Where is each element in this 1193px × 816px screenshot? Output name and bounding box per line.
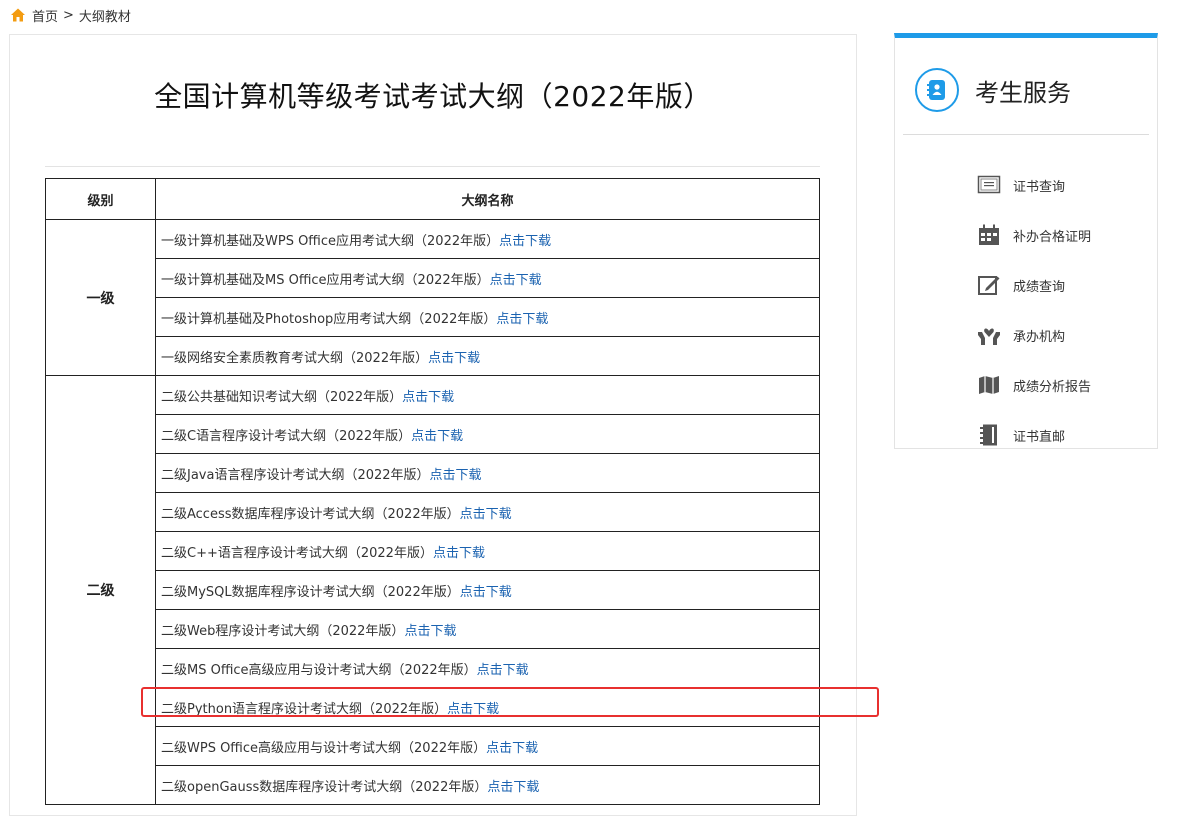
download-link[interactable]: 点击下载: [404, 624, 456, 639]
syllabus-title: 二级Web程序设计考试大纲（2022年版）: [161, 623, 405, 639]
syllabus-title: 一级计算机基础及Photoshop应用考试大纲（2022年版）: [161, 311, 497, 327]
syllabus-cell: 一级网络安全素质教育考试大纲（2022年版）点击下载: [155, 336, 820, 376]
syllabus-title: 一级计算机基础及WPS Office应用考试大纲（2022年版）: [161, 233, 500, 249]
syllabus-cell: 二级Python语言程序设计考试大纲（2022年版）点击下载: [155, 687, 820, 727]
download-link[interactable]: 点击下载: [486, 741, 538, 756]
syllabus-cell: 二级C++语言程序设计考试大纲（2022年版）点击下载: [155, 531, 820, 571]
download-link-python[interactable]: 点击下载: [447, 702, 499, 717]
syllabus-cell: 二级Access数据库程序设计考试大纲（2022年版）点击下载: [155, 492, 820, 532]
breadcrumb-current-link[interactable]: 大纲教材: [79, 6, 131, 25]
table-row: 二级WPS Office高级应用与设计考试大纲（2022年版）点击下载: [46, 726, 820, 766]
services-divider: [903, 134, 1149, 135]
level-cell-1: 一级: [45, 219, 156, 376]
service-item-score-query[interactable]: 成绩查询: [977, 260, 1091, 310]
service-item-label: 成绩分析报告: [1013, 379, 1092, 395]
contact-book-icon: [927, 80, 945, 100]
syllabus-title: 二级MS Office高级应用与设计考试大纲（2022年版）: [161, 662, 477, 678]
table-row: 一级网络安全素质教育考试大纲（2022年版）点击下载: [46, 336, 820, 376]
table-header-row: 级别 大纲名称: [45, 178, 820, 220]
download-link[interactable]: 点击下载: [496, 312, 548, 327]
syllabus-cell: 二级Java语言程序设计考试大纲（2022年版）点击下载: [155, 453, 820, 493]
syllabus-title: 一级网络安全素质教育考试大纲（2022年版）: [161, 350, 429, 366]
certificate-icon: [977, 173, 1001, 197]
main-content-panel: 全国计算机等级考试考试大纲（2022年版） 级别 大纲名称 一级 一级计算机基础…: [9, 34, 857, 816]
student-services-panel: 考生服务 证书查询 补办合格证明 成绩查询 承办机构 成绩分析报告 证书直邮: [894, 33, 1158, 449]
notebook-icon: [977, 423, 1001, 447]
services-header: 考生服务: [915, 64, 1071, 116]
syllabus-cell: 二级MySQL数据库程序设计考试大纲（2022年版）点击下载: [155, 570, 820, 610]
download-link[interactable]: 点击下载: [430, 468, 482, 483]
services-title: 考生服务: [975, 78, 1071, 107]
title-divider: [45, 166, 820, 167]
breadcrumb: 首页 > 大纲教材: [10, 6, 131, 25]
syllabus-cell: 二级openGauss数据库程序设计考试大纲（2022年版）点击下载: [155, 765, 820, 805]
page-title: 全国计算机等级考试考试大纲（2022年版）: [154, 80, 712, 113]
column-header-level: 级别: [45, 178, 156, 220]
download-link[interactable]: 点击下载: [411, 429, 463, 444]
breadcrumb-separator: >: [63, 7, 74, 23]
syllabus-cell: 一级计算机基础及WPS Office应用考试大纲（2022年版）点击下载: [155, 219, 820, 259]
syllabus-table: 级别 大纲名称 一级 一级计算机基础及WPS Office应用考试大纲（2022…: [45, 178, 820, 805]
syllabus-title: 二级openGauss数据库程序设计考试大纲（2022年版）: [161, 779, 488, 795]
service-item-label: 成绩查询: [1013, 279, 1066, 295]
calendar-icon: [977, 223, 1001, 247]
breadcrumb-home-link[interactable]: 首页: [32, 6, 58, 25]
syllabus-cell: 二级公共基础知识考试大纲（2022年版）点击下载: [155, 375, 820, 415]
table-row: 二级MySQL数据库程序设计考试大纲（2022年版）点击下载: [46, 570, 820, 610]
download-link[interactable]: 点击下载: [433, 546, 485, 561]
download-link[interactable]: 点击下载: [460, 585, 512, 600]
syllabus-title: 二级C++语言程序设计考试大纲（2022年版）: [161, 545, 433, 561]
service-item-label: 证书查询: [1013, 179, 1066, 195]
download-link[interactable]: 点击下载: [490, 273, 542, 288]
service-item-label: 证书直邮: [1013, 429, 1066, 445]
map-icon: [977, 373, 1001, 397]
download-link[interactable]: 点击下载: [402, 390, 454, 405]
syllabus-cell: 二级Web程序设计考试大纲（2022年版）点击下载: [155, 609, 820, 649]
syllabus-title: 二级Access数据库程序设计考试大纲（2022年版）: [161, 506, 460, 522]
syllabus-cell: 二级C语言程序设计考试大纲（2022年版）点击下载: [155, 414, 820, 454]
table-row: 二级Java语言程序设计考试大纲（2022年版）点击下载: [46, 453, 820, 493]
services-list: 证书查询 补办合格证明 成绩查询 承办机构 成绩分析报告 证书直邮: [977, 160, 1091, 460]
home-icon[interactable]: [10, 7, 26, 23]
services-badge-icon: [915, 68, 959, 112]
column-header-name: 大纲名称: [155, 178, 820, 220]
syllabus-cell: 一级计算机基础及Photoshop应用考试大纲（2022年版）点击下载: [155, 297, 820, 337]
service-item-reissue-certificate[interactable]: 补办合格证明: [977, 210, 1091, 260]
syllabus-title: 二级C语言程序设计考试大纲（2022年版）: [161, 428, 412, 444]
syllabus-title: 二级MySQL数据库程序设计考试大纲（2022年版）: [161, 584, 460, 600]
syllabus-title: 一级计算机基础及MS Office应用考试大纲（2022年版）: [161, 272, 490, 288]
service-item-organizers[interactable]: 承办机构: [977, 310, 1091, 360]
table-row: 一级计算机基础及MS Office应用考试大纲（2022年版）点击下载: [46, 258, 820, 298]
download-link[interactable]: 点击下载: [460, 507, 512, 522]
syllabus-title: 二级Python语言程序设计考试大纲（2022年版）: [161, 701, 448, 717]
service-item-score-report[interactable]: 成绩分析报告: [977, 360, 1091, 410]
table-row: 二级C语言程序设计考试大纲（2022年版）点击下载: [46, 414, 820, 454]
syllabus-title: 二级公共基础知识考试大纲（2022年版）: [161, 389, 403, 405]
table-row-python: 二级Python语言程序设计考试大纲（2022年版）点击下载: [46, 687, 820, 727]
service-item-certificate-query[interactable]: 证书查询: [977, 160, 1091, 210]
syllabus-title: 二级WPS Office高级应用与设计考试大纲（2022年版）: [161, 740, 487, 756]
table-row: 二级Web程序设计考试大纲（2022年版）点击下载: [46, 609, 820, 649]
table-row: 二级 二级公共基础知识考试大纲（2022年版）点击下载: [45, 375, 820, 805]
edit-icon: [977, 273, 1001, 297]
download-link[interactable]: 点击下载: [499, 234, 551, 249]
download-link[interactable]: 点击下载: [487, 780, 539, 795]
table-row: 一级计算机基础及Photoshop应用考试大纲（2022年版）点击下载: [46, 297, 820, 337]
table-row: 二级Access数据库程序设计考试大纲（2022年版）点击下载: [46, 492, 820, 532]
syllabus-cell: 二级MS Office高级应用与设计考试大纲（2022年版）点击下载: [155, 648, 820, 688]
syllabus-title: 二级Java语言程序设计考试大纲（2022年版）: [161, 467, 430, 483]
service-item-label: 承办机构: [1013, 329, 1066, 345]
table-row: 二级MS Office高级应用与设计考试大纲（2022年版）点击下载: [46, 648, 820, 688]
hands-icon: [977, 323, 1001, 347]
level-cell-2: 二级: [45, 375, 156, 805]
service-item-label: 补办合格证明: [1013, 229, 1092, 245]
table-row: 二级C++语言程序设计考试大纲（2022年版）点击下载: [46, 531, 820, 571]
syllabus-cell: 二级WPS Office高级应用与设计考试大纲（2022年版）点击下载: [155, 726, 820, 766]
syllabus-cell: 一级计算机基础及MS Office应用考试大纲（2022年版）点击下载: [155, 258, 820, 298]
download-link[interactable]: 点击下载: [477, 663, 529, 678]
service-item-certificate-mail[interactable]: 证书直邮: [977, 410, 1091, 460]
table-row: 二级openGauss数据库程序设计考试大纲（2022年版）点击下载: [46, 765, 820, 805]
table-row: 一级 一级计算机基础及WPS Office应用考试大纲（2022年版）点击下载: [45, 219, 820, 376]
download-link[interactable]: 点击下载: [428, 351, 480, 366]
